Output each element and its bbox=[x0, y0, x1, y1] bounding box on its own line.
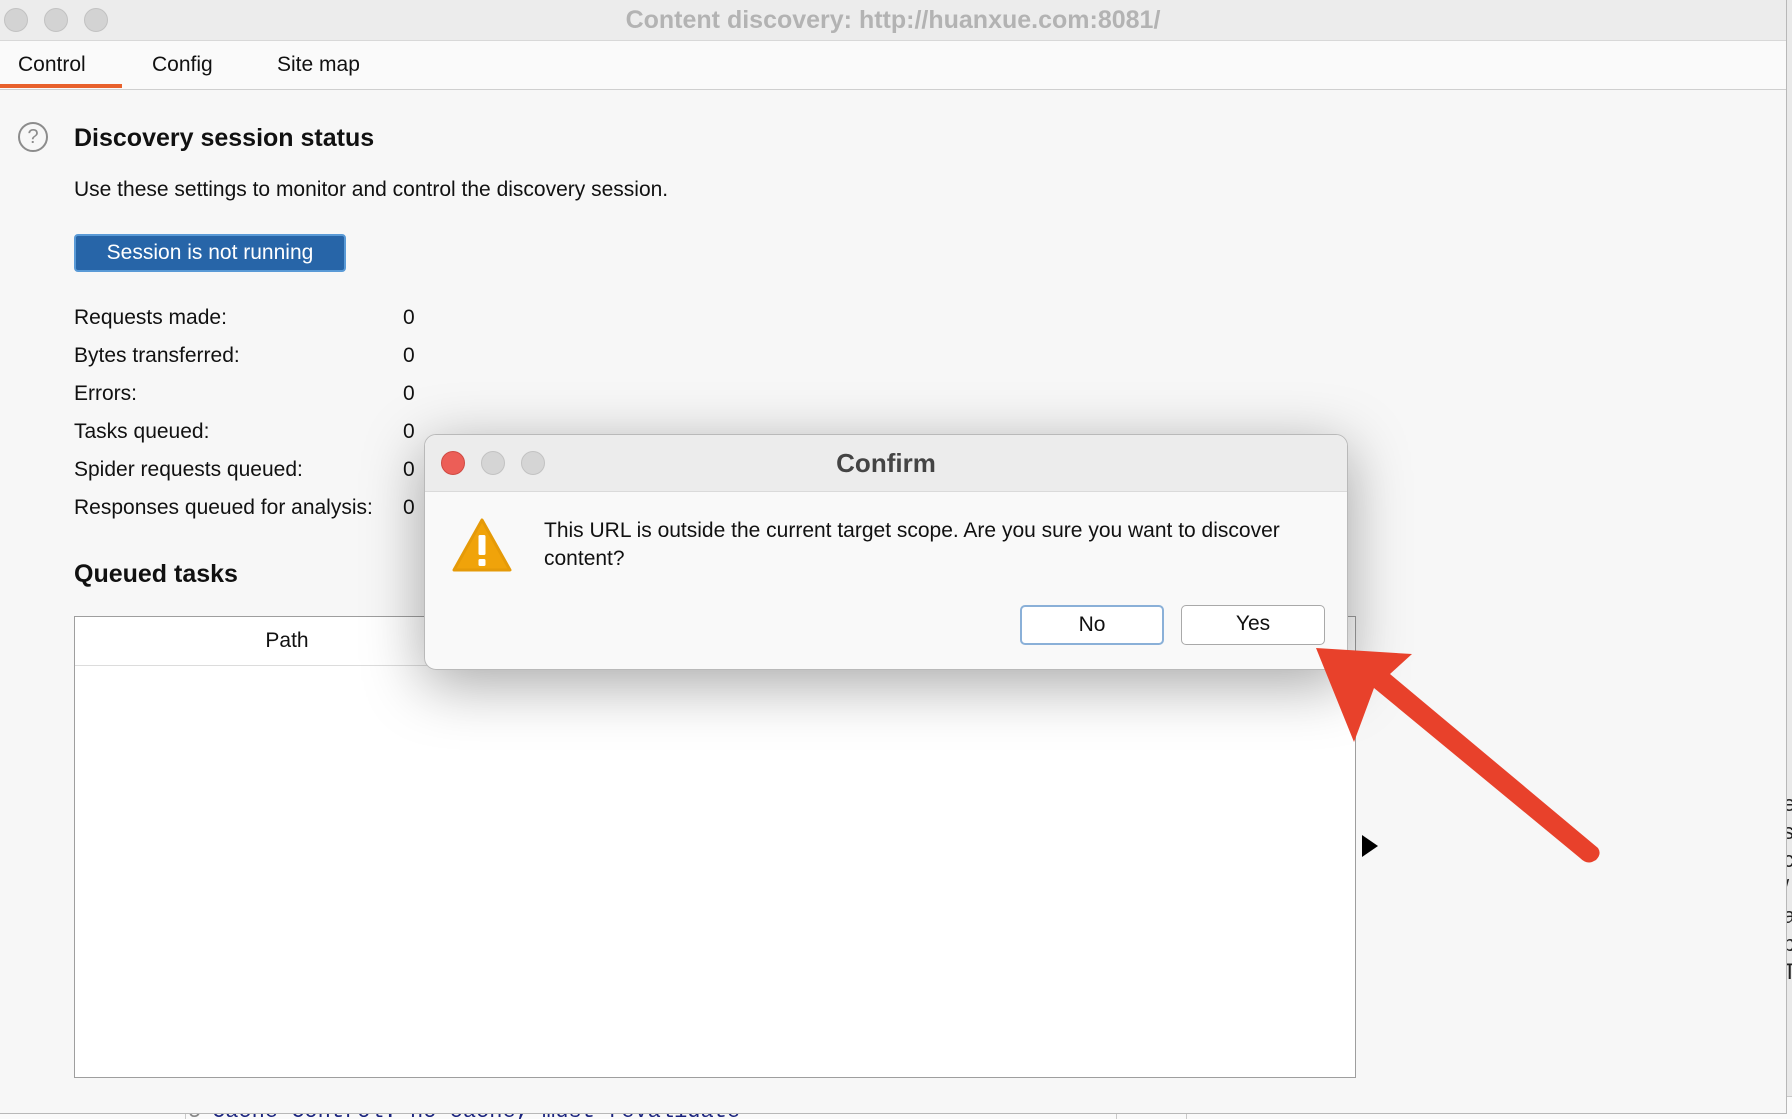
stat-value: 0 bbox=[403, 382, 415, 405]
no-button[interactable]: No bbox=[1020, 605, 1164, 645]
tab-config[interactable]: Config bbox=[152, 53, 213, 85]
question-mark-icon[interactable]: ? bbox=[18, 122, 48, 152]
confirm-dialog: Confirm This URL is outside the current … bbox=[424, 434, 1348, 670]
window-titlebar: Content discovery: http://huanxue.com:80… bbox=[0, 0, 1786, 41]
window-title: Content discovery: http://huanxue.com:80… bbox=[625, 6, 1161, 34]
dialog-titlebar: Confirm bbox=[425, 435, 1347, 492]
queued-tasks-table[interactable]: Path bbox=[74, 616, 1356, 1078]
stat-label: Tasks queued: bbox=[74, 420, 210, 443]
stat-value: 0 bbox=[403, 458, 415, 481]
tab-control[interactable]: Control bbox=[18, 53, 86, 85]
dialog-title: Confirm bbox=[836, 448, 936, 478]
stat-label: Requests made: bbox=[74, 306, 227, 329]
queued-tasks-heading: Queued tasks bbox=[74, 560, 238, 588]
tab-bar: Control Config Site map bbox=[0, 41, 1786, 90]
tab-site-map[interactable]: Site map bbox=[277, 53, 360, 85]
stat-value: 0 bbox=[403, 306, 415, 329]
session-toggle-button[interactable]: Session is not running bbox=[74, 234, 346, 272]
section-description: Use these settings to monitor and contro… bbox=[74, 178, 669, 201]
stat-value: 0 bbox=[403, 496, 415, 519]
stat-label: Spider requests queued: bbox=[74, 458, 303, 481]
warning-icon bbox=[452, 518, 512, 572]
stat-value: 0 bbox=[403, 420, 415, 443]
stat-label: Bytes transferred: bbox=[74, 344, 240, 367]
stat-label: Responses queued for analysis: bbox=[74, 496, 373, 519]
stat-label: Errors: bbox=[74, 382, 137, 405]
active-tab-indicator bbox=[0, 84, 122, 88]
dialog-message: This URL is outside the current target s… bbox=[544, 519, 1280, 570]
section-heading: Discovery session status bbox=[74, 124, 375, 152]
yes-button[interactable]: Yes bbox=[1181, 605, 1325, 645]
stat-value: 0 bbox=[403, 344, 415, 367]
annotation-arrow-icon bbox=[1316, 648, 1600, 863]
